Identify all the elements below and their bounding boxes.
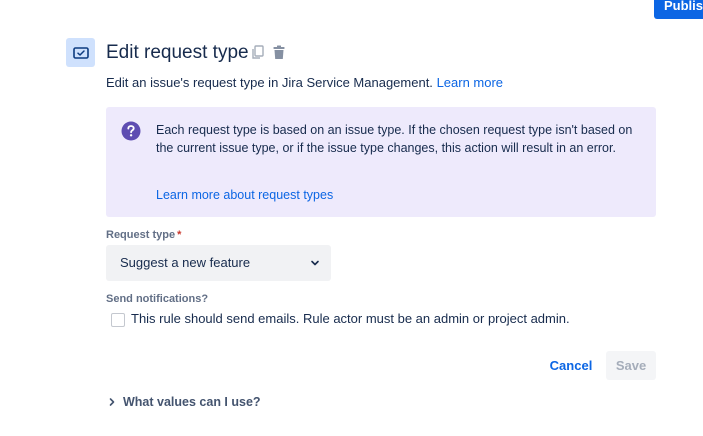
description-text: Edit an issue's request type in Jira Ser… bbox=[106, 75, 433, 90]
request-type-value: Suggest a new feature bbox=[120, 255, 251, 270]
question-circle-icon bbox=[121, 121, 141, 141]
checked-card-icon bbox=[72, 46, 89, 59]
trash-icon[interactable] bbox=[271, 44, 287, 60]
send-emails-label[interactable]: This rule should send emails. Rule actor… bbox=[131, 311, 570, 327]
publish-button[interactable]: Publish bbox=[654, 0, 703, 19]
copy-icon[interactable] bbox=[250, 44, 266, 60]
action-type-icon bbox=[66, 38, 95, 67]
request-type-select[interactable]: Suggest a new feature bbox=[106, 245, 331, 281]
learn-more-link[interactable]: Learn more bbox=[437, 75, 503, 90]
request-type-label: Request type * bbox=[106, 229, 182, 241]
request-types-link[interactable]: Learn more about request types bbox=[156, 186, 333, 204]
info-panel: Each request type is based on an issue t… bbox=[106, 107, 656, 217]
required-marker: * bbox=[177, 229, 182, 241]
info-text: Each request type is based on an issue t… bbox=[156, 123, 633, 155]
chevron-down-icon bbox=[311, 260, 319, 266]
values-help-expander[interactable]: What values can I use? bbox=[106, 393, 261, 411]
save-button[interactable]: Save bbox=[606, 351, 656, 380]
values-help-label: What values can I use? bbox=[123, 395, 261, 409]
page-title: Edit request type bbox=[106, 42, 249, 63]
cancel-button[interactable]: Cancel bbox=[542, 351, 600, 380]
description: Edit an issue's request type in Jira Ser… bbox=[106, 75, 503, 91]
send-emails-checkbox[interactable] bbox=[111, 313, 125, 327]
send-notifications-label: Send notifications? bbox=[106, 293, 209, 305]
chevron-right-icon bbox=[109, 398, 115, 406]
